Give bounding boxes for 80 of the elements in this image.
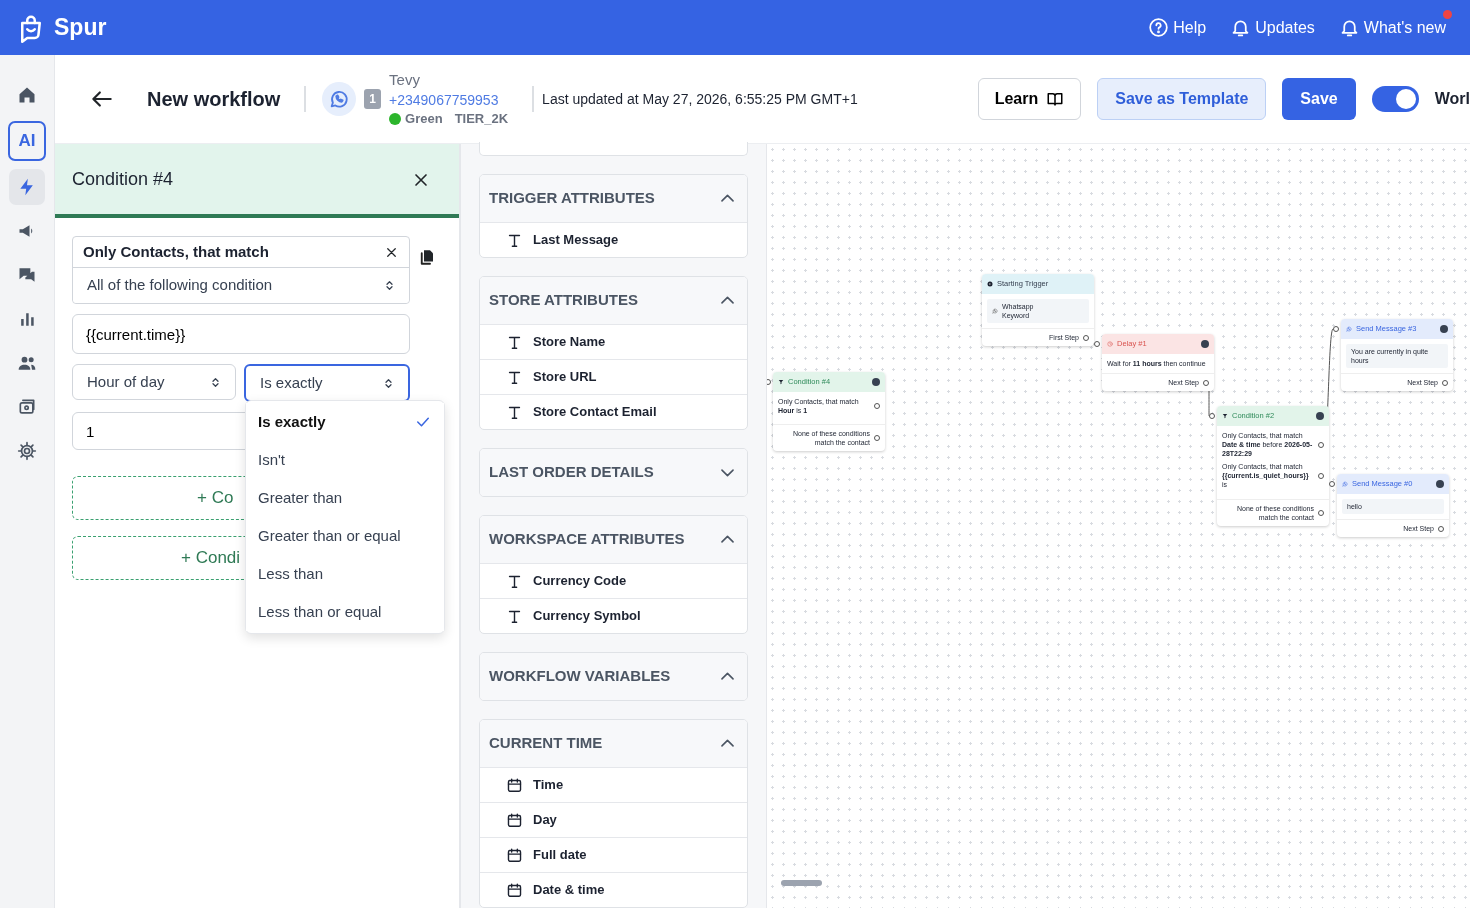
gear-icon <box>17 441 37 461</box>
variable-item[interactable]: Store URL <box>480 359 747 394</box>
menu-option[interactable]: Greater than <box>246 479 444 517</box>
scrollbar[interactable] <box>781 880 822 886</box>
toggle-switch[interactable] <box>1371 86 1419 112</box>
variable-item[interactable]: Full date <box>480 837 747 872</box>
node-menu-icon[interactable] <box>872 378 880 386</box>
sidebar-item[interactable]: AI <box>8 121 46 161</box>
node-menu-icon[interactable] <box>1436 480 1444 488</box>
calendar-icon <box>506 881 523 899</box>
variable-item[interactable]: Store Contact Email <box>480 394 747 429</box>
panel-title: Condition #4 <box>72 167 174 191</box>
output-handle[interactable] <box>874 403 880 410</box>
node-menu-icon[interactable] <box>1316 412 1324 420</box>
variable-item[interactable]: Last Message <box>480 222 747 257</box>
phone-number: +2349067759953 <box>389 91 500 110</box>
output-handle[interactable] <box>874 435 880 442</box>
media-icon <box>17 397 37 417</box>
calendar-icon <box>506 846 523 864</box>
output-handle[interactable] <box>1438 525 1444 532</box>
section-header[interactable]: CURRENT TIME <box>480 720 747 767</box>
output-handle[interactable] <box>1318 472 1324 479</box>
sidebar-item[interactable] <box>9 169 45 205</box>
variable-item[interactable]: Currency Code <box>480 563 747 598</box>
node-menu-icon[interactable] <box>1201 340 1209 348</box>
brand-name: Spur <box>54 13 107 43</box>
input-handle[interactable] <box>1333 326 1339 332</box>
variable-field[interactable]: {{current.time}} <box>72 314 410 354</box>
filter-icon <box>778 379 784 385</box>
menu-option[interactable]: Less than or equal <box>246 593 444 631</box>
trigger-icon <box>987 281 993 287</box>
save-template-button[interactable]: Save as Template <box>1097 78 1267 120</box>
toggle-label: Worl <box>1434 89 1470 109</box>
section-header[interactable]: STORE ATTRIBUTES <box>480 277 747 324</box>
workflow-title: New workflow <box>147 87 281 112</box>
output-handle[interactable] <box>1083 334 1089 341</box>
topbar-link[interactable]: Help <box>1148 15 1207 40</box>
status-dot <box>389 113 402 125</box>
section-header[interactable]: WORKFLOW VARIABLES <box>480 653 747 700</box>
section-header[interactable]: TRIGGER ATTRIBUTES <box>480 175 747 222</box>
learn-button[interactable]: Learn <box>977 78 1082 120</box>
output-handle[interactable] <box>1318 441 1324 448</box>
input-handle[interactable] <box>1094 341 1100 347</box>
output-handle[interactable] <box>1442 379 1448 386</box>
section-header[interactable]: WORKSPACE ATTRIBUTES <box>480 516 747 563</box>
calendar-icon <box>506 811 523 829</box>
last-updated-text: Last updated at May 27, 2026, 6:55:25 PM GMT+1 <box>542 89 858 109</box>
menu-option[interactable]: Isn't <box>246 441 444 479</box>
save-button[interactable]: Save <box>1282 78 1356 120</box>
variable-item[interactable]: Date & time <box>480 872 747 907</box>
input-handle[interactable] <box>1209 413 1215 419</box>
variable-item[interactable]: Time <box>480 767 747 802</box>
node-menu-icon[interactable] <box>1440 325 1448 333</box>
input-handle[interactable] <box>1329 481 1335 487</box>
copy-icon <box>418 247 436 266</box>
menu-option[interactable]: Is exactly <box>246 403 444 441</box>
variable-item[interactable]: Day <box>480 802 747 837</box>
variable-item[interactable]: Currency Symbol <box>480 598 747 633</box>
tier-label: TIER_2K <box>454 110 509 128</box>
filter-icon <box>1222 413 1228 419</box>
menu-option[interactable]: Less than <box>246 555 444 593</box>
operator-select[interactable]: Is exactly <box>244 364 410 402</box>
field-select[interactable]: Hour of day <box>72 364 236 400</box>
count-badge: 1 <box>364 89 382 109</box>
variable-item[interactable]: Store Name <box>480 324 747 359</box>
quality-rating: Green <box>405 110 443 128</box>
topbar-link[interactable]: Updates <box>1230 15 1315 40</box>
calendar-icon <box>506 776 523 794</box>
output-handle[interactable] <box>1203 379 1209 386</box>
section-header[interactable]: LAST ORDER DETAILS <box>480 449 747 496</box>
help-icon <box>1148 17 1170 38</box>
home-icon <box>17 85 37 105</box>
topbar-link[interactable]: What's new <box>1338 15 1446 40</box>
output-handle[interactable] <box>1318 509 1324 516</box>
group-label: Only Contacts, that match <box>83 241 269 262</box>
menu-option[interactable]: Greater than or equal <box>246 517 444 555</box>
book-icon <box>1046 90 1065 108</box>
chat-icon <box>17 265 37 285</box>
match-select[interactable]: All of the following condition <box>73 267 409 303</box>
contact-name: Tevy <box>389 70 421 90</box>
